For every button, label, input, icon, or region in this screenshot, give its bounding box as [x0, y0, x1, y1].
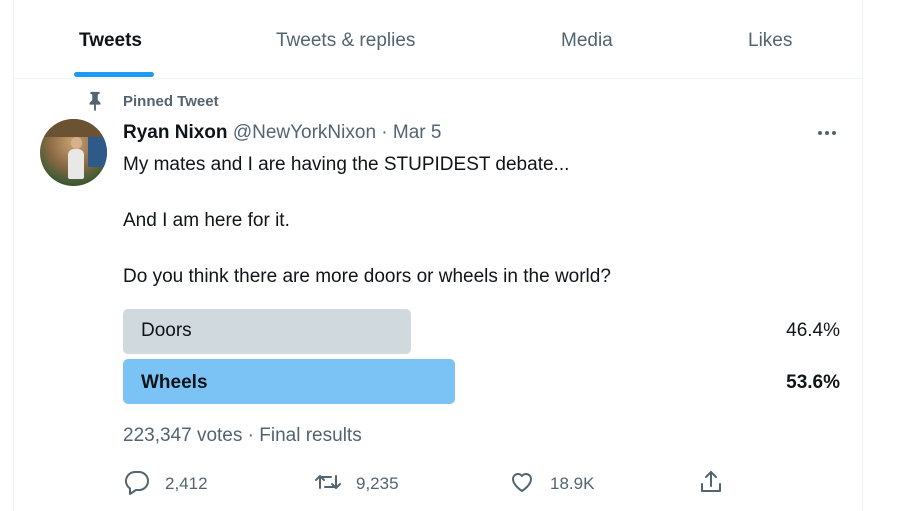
pinned-tweet-label: Pinned Tweet — [123, 93, 219, 110]
active-tab-indicator — [74, 72, 154, 77]
avatar-background — [40, 119, 107, 137]
tweet-text-line-1: My mates and I are having the STUPIDEST … — [123, 154, 570, 175]
poll-option-percent-wheels: 53.6% — [786, 372, 840, 393]
avatar-figure-body — [68, 149, 84, 179]
profile-tabs: Tweets Tweets & replies Media Likes — [14, 0, 862, 79]
header-separator: · — [381, 122, 388, 143]
tab-tweets[interactable]: Tweets — [74, 0, 174, 78]
author-handle[interactable]: @NewYorkNixon — [233, 122, 376, 143]
like-count: 18.9K — [550, 474, 595, 493]
avatar-figure-head — [71, 137, 82, 149]
profile-timeline: Tweets Tweets & replies Media Likes Pinn… — [13, 0, 863, 511]
poll-status: Final results — [259, 425, 362, 446]
tab-tweets-and-replies[interactable]: Tweets & replies — [276, 0, 456, 78]
poll-results-summary: 223,347 votes · Final results — [123, 425, 362, 447]
tab-media[interactable]: Media — [561, 0, 641, 78]
poll-option-label-doors: Doors — [141, 320, 192, 341]
tweet-header: Ryan Nixon @NewYorkNixon · Mar 5 — [123, 122, 441, 144]
tab-likes-label: Likes — [748, 30, 793, 51]
tab-media-label: Media — [561, 30, 613, 51]
poll-option-label-wheels: Wheels — [141, 372, 208, 393]
more-icon[interactable] — [814, 120, 840, 146]
tweet-date[interactable]: Mar 5 — [393, 122, 442, 143]
share-icon — [701, 471, 721, 492]
tweet-text-line-3: Do you think there are more doors or whe… — [123, 266, 611, 287]
poll-option-percent-doors: 46.4% — [786, 320, 840, 341]
tweet-text-line-2: And I am here for it. — [123, 210, 290, 231]
heart-icon — [512, 473, 532, 492]
author-name[interactable]: Ryan Nixon — [123, 122, 228, 143]
avatar[interactable] — [40, 119, 107, 186]
pin-icon — [89, 91, 101, 112]
poll-vote-count: 223,347 votes — [123, 425, 243, 446]
avatar-background-detail — [88, 137, 107, 167]
poll-meta-separator: · — [247, 425, 254, 446]
tab-tweets-and-replies-label: Tweets & replies — [276, 30, 416, 51]
retweet-icon — [315, 475, 341, 489]
reply-count: 2,412 — [165, 474, 208, 493]
tab-tweets-label: Tweets — [79, 30, 143, 51]
reply-icon — [124, 470, 149, 495]
retweet-count: 9,235 — [356, 474, 399, 493]
tab-likes[interactable]: Likes — [748, 0, 818, 78]
